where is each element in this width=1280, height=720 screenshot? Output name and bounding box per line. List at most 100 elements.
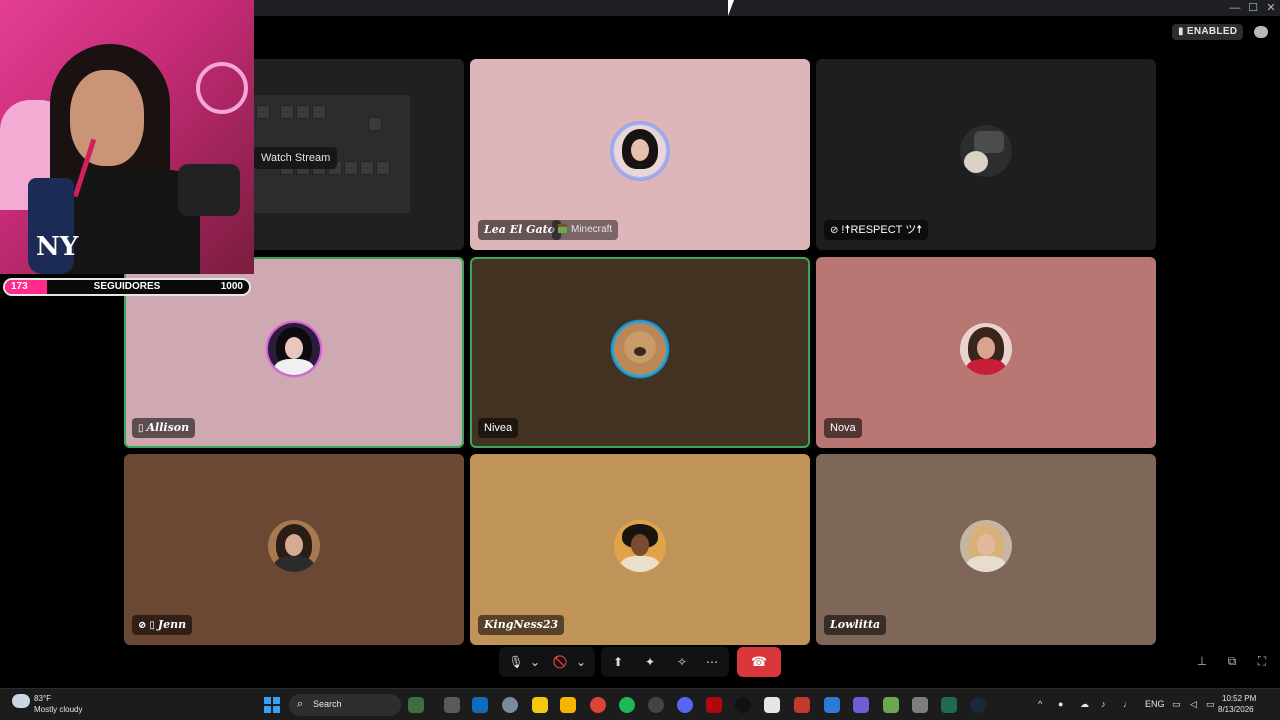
avatar: [614, 519, 666, 572]
soundboard-button[interactable]: ✧: [669, 647, 695, 677]
tiktok-icon[interactable]: [735, 697, 751, 713]
avatar: [268, 322, 320, 375]
avatar-body: [274, 358, 314, 375]
avatar-car: [974, 130, 1004, 153]
mic-off-icon: ⊘: [830, 225, 839, 236]
weather-description[interactable]: Mostly cloudy: [34, 705, 82, 714]
participant-name: ⊘ ▯ Jenn: [132, 615, 193, 635]
avatar-face: [977, 533, 995, 556]
watch-stream-button[interactable]: Watch Stream: [254, 147, 338, 169]
avatar: [268, 519, 320, 572]
task-view-icon[interactable]: [444, 697, 460, 713]
tray-chevron-icon[interactable]: ^: [1038, 699, 1042, 709]
controller-icon[interactable]: [853, 697, 869, 713]
goal-target: 1000: [220, 281, 243, 292]
streamer-face: [70, 70, 144, 166]
avatar-flowers: [964, 150, 988, 173]
start-tile: [264, 706, 271, 713]
file-explorer-icon[interactable]: [560, 697, 576, 713]
participant-tile[interactable]: ⊘ ▯ Jenn: [124, 454, 464, 645]
close-button[interactable]: ✕: [1262, 1, 1280, 15]
avatar-body: [966, 555, 1006, 572]
inventory-slot: [312, 105, 326, 119]
participant-tile[interactable]: Lowlitta: [816, 454, 1156, 645]
avatar: [960, 322, 1012, 375]
maximize-button[interactable]: ☐: [1244, 1, 1262, 15]
mobile-icon: ▯: [138, 423, 144, 434]
widgets-icon[interactable]: [408, 697, 424, 713]
search-icon: ⌕: [297, 698, 304, 710]
start-button[interactable]: [264, 697, 280, 713]
steam-icon[interactable]: [970, 697, 986, 713]
participant-name: Lea El Gato: [478, 220, 562, 240]
grass-block-icon: [558, 224, 567, 233]
sticky-notes-icon[interactable]: [532, 697, 548, 713]
minimize-button[interactable]: —: [1226, 1, 1244, 15]
netflix-icon[interactable]: [706, 697, 722, 713]
participant-name: Nova: [824, 418, 862, 438]
enabled-status-badge[interactable]: ▮ ENABLED: [1172, 24, 1244, 40]
fullscreen-icon[interactable]: ⛶: [1254, 653, 1270, 669]
volume-icon[interactable]: ♪: [1101, 699, 1106, 709]
avatar-bear-nose: [634, 346, 646, 356]
app-icon[interactable]: [794, 697, 810, 713]
photos-icon[interactable]: [824, 697, 840, 713]
popout-icon[interactable]: ⧉: [1224, 653, 1240, 669]
activities-button[interactable]: ✦: [637, 647, 663, 677]
inventory-slot: [280, 105, 294, 119]
battery-icon[interactable]: ▭: [1206, 699, 1215, 710]
taskbar-search[interactable]: ⌕ Search: [289, 694, 401, 716]
call-controls: 🎙 ⌄ 🚫 ⌄ ⬆ ✦ ✧ ⋯ ☎: [499, 647, 781, 677]
pin-icon[interactable]: ⊥: [1194, 653, 1210, 669]
mic-off-icon: ⊘: [138, 620, 147, 631]
share-screen-button[interactable]: ⬆: [605, 647, 631, 677]
microphone-icon[interactable]: ♩: [1123, 699, 1132, 709]
display-icon[interactable]: ▭: [1172, 699, 1181, 710]
calculator-icon[interactable]: [912, 697, 928, 713]
camera-options-chevron-icon[interactable]: ⌄: [571, 647, 591, 677]
participant-tile[interactable]: Nivea: [470, 257, 810, 448]
chat-icon[interactable]: [1254, 26, 1268, 38]
windows-taskbar: 83°F Mostly cloudy ⌕ Search ^ ● ☁ ♪ ♩ EN…: [0, 688, 1280, 720]
activity-name: Minecraft: [571, 224, 613, 235]
participant-name: KingNess23: [478, 615, 565, 635]
avatar-face: [285, 533, 303, 556]
participant-tile[interactable]: Lea El Gato Minecraft: [470, 59, 810, 250]
store-icon[interactable]: [472, 697, 488, 713]
clock-time[interactable]: 10:52 PM: [1222, 694, 1256, 703]
camera-off-button[interactable]: 🚫: [547, 647, 573, 677]
tray-app-icon[interactable]: ●: [1058, 699, 1063, 709]
streamer-webcam: NY: [0, 0, 254, 274]
obs-icon[interactable]: [648, 697, 664, 713]
terminal-icon[interactable]: [941, 697, 957, 713]
app-icon[interactable]: [764, 697, 780, 713]
participant-name: Nivea: [478, 418, 519, 438]
settings-gear-icon[interactable]: [502, 697, 518, 713]
studio-microphone: [178, 164, 240, 216]
clock-date[interactable]: 8/13/2026: [1218, 705, 1254, 714]
activity-badge[interactable]: Minecraft: [552, 220, 619, 240]
disconnect-button[interactable]: ☎: [737, 647, 781, 677]
avatar-face: [631, 533, 649, 556]
cloud-icon[interactable]: ☁: [1080, 699, 1089, 710]
weather-temperature[interactable]: 83°F: [34, 694, 51, 703]
mobile-icon: ▯: [149, 620, 155, 631]
mic-options-chevron-icon[interactable]: ⌄: [525, 647, 545, 677]
participant-tile[interactable]: KingNess23: [470, 454, 810, 645]
discord-icon[interactable]: [677, 697, 693, 713]
participant-tile[interactable]: ⊘ !☨RESPECT ツ☨: [816, 59, 1156, 250]
search-label: Search: [313, 699, 342, 709]
more-options-button[interactable]: ⋯: [699, 647, 725, 677]
participant-tile[interactable]: Nova: [816, 257, 1156, 448]
follower-goal-bar: 173 SEGUIDORES 1000: [3, 278, 251, 296]
chrome-icon[interactable]: [590, 697, 606, 713]
start-tile: [273, 706, 280, 713]
weather-cloud-icon[interactable]: [12, 694, 30, 708]
minecraft-icon[interactable]: [883, 697, 899, 713]
lock-icon: ▮: [1178, 26, 1187, 37]
spotify-icon[interactable]: [619, 697, 635, 713]
enabled-label: ENABLED: [1186, 26, 1238, 37]
avatar-body: [274, 555, 314, 572]
language-indicator[interactable]: ENG: [1145, 699, 1165, 709]
speaker-icon[interactable]: ◁: [1190, 699, 1197, 710]
